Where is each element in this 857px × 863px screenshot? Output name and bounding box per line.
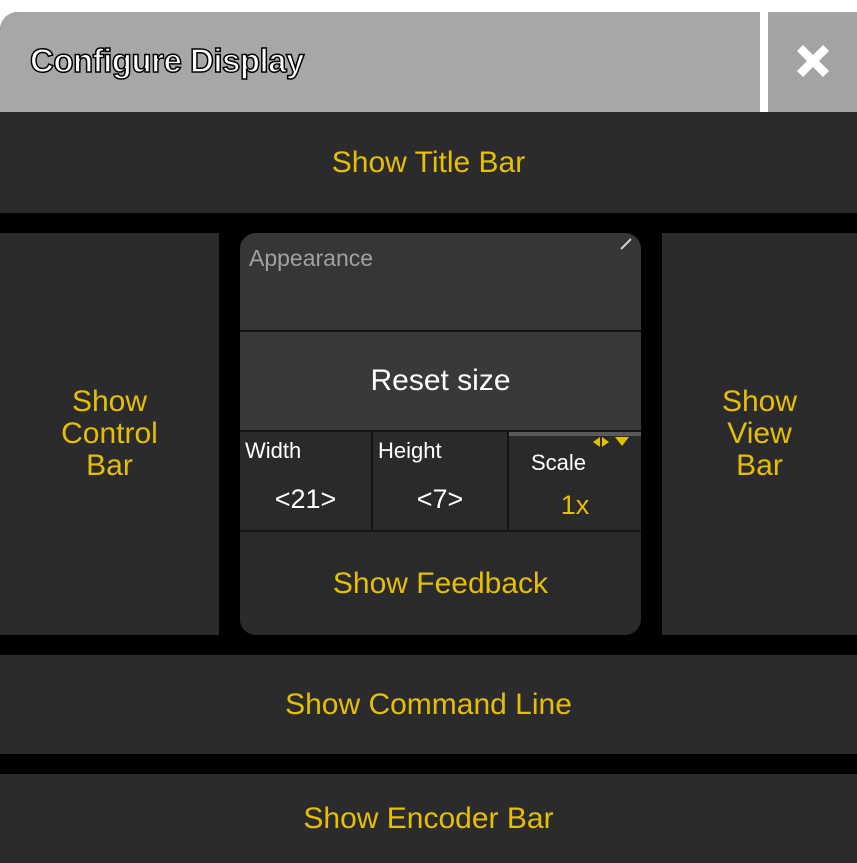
close-button[interactable]: [760, 12, 857, 120]
appearance-section[interactable]: Appearance: [240, 233, 641, 332]
show-command-line-label: Show Command Line: [285, 687, 572, 721]
show-view-bar-button[interactable]: Show View Bar: [662, 233, 857, 635]
show-encoder-bar-button[interactable]: Show Encoder Bar: [0, 774, 857, 863]
reset-size-button[interactable]: Reset size: [240, 332, 641, 432]
width-value: <21>: [274, 484, 337, 514]
scale-selector-arrows-icon: [593, 437, 629, 447]
display-settings-panel: Appearance Reset size Width <21> Height …: [240, 233, 641, 635]
show-title-bar-button[interactable]: Show Title Bar: [0, 112, 857, 213]
show-title-bar-label: Show Title Bar: [331, 145, 526, 179]
width-label: Width: [245, 438, 302, 463]
height-field[interactable]: Height <7>: [373, 432, 509, 532]
show-command-line-button[interactable]: Show Command Line: [0, 655, 857, 754]
close-icon: [796, 45, 829, 77]
show-feedback-button[interactable]: Show Feedback: [240, 532, 641, 635]
show-feedback-label: Show Feedback: [332, 566, 549, 600]
title-bar: Configure Display: [0, 12, 857, 112]
scale-field[interactable]: Scale 1x: [509, 432, 641, 532]
height-label: Height: [378, 438, 442, 463]
scale-label: Scale: [531, 450, 587, 475]
edit-corner-icon: [620, 238, 632, 250]
appearance-label: Appearance: [249, 245, 374, 271]
show-view-bar-label: Show View Bar: [721, 385, 798, 482]
show-control-bar-button[interactable]: Show Control Bar: [0, 233, 219, 635]
scale-value: 1x: [560, 490, 590, 520]
height-value: <7>: [416, 484, 464, 514]
width-field[interactable]: Width <21>: [240, 432, 373, 532]
dialog-title: Configure Display: [29, 41, 305, 80]
show-control-bar-label: Show Control Bar: [61, 385, 158, 482]
reset-size-label: Reset size: [370, 364, 511, 397]
configure-display-dialog: Configure Display Show Title Bar Show Co…: [0, 12, 857, 863]
show-encoder-bar-label: Show Encoder Bar: [303, 801, 554, 835]
